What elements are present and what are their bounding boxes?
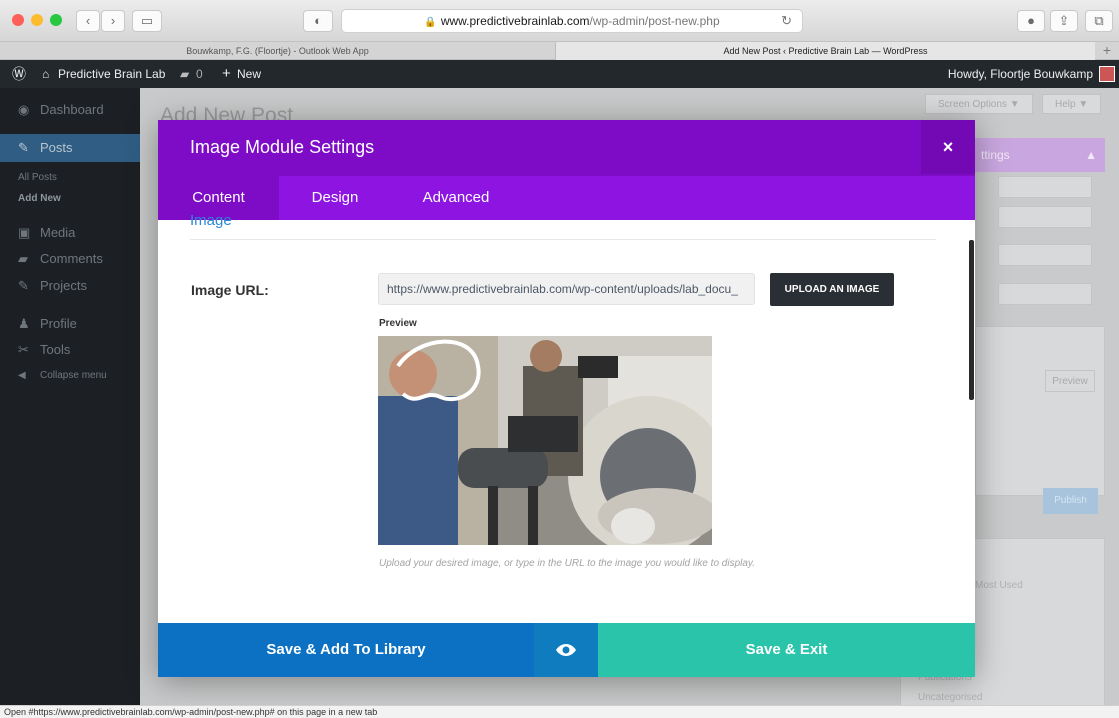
publish-box-background bbox=[975, 326, 1105, 496]
tab-advanced[interactable]: Advanced bbox=[394, 176, 518, 220]
close-icon[interactable]: × bbox=[921, 120, 975, 174]
image-url-label: Image URL: bbox=[191, 282, 269, 298]
comment-icon: ▰ bbox=[18, 251, 28, 266]
modal-body: Image Image URL: https://www.predictiveb… bbox=[158, 212, 975, 623]
preview-image bbox=[378, 336, 712, 545]
sidebar-subitem-add-new[interactable]: Add New bbox=[18, 193, 61, 204]
category-uncategorised[interactable]: Uncategorised bbox=[918, 692, 982, 703]
browser-tab-wordpress[interactable]: Add New Post ‹ Predictive Brain Lab — Wo… bbox=[555, 42, 1095, 60]
pin-icon: ✎ bbox=[18, 278, 29, 293]
preview-toggle-button[interactable] bbox=[534, 623, 598, 677]
image-module-settings-modal: Image Module Settings × Content Design A… bbox=[158, 120, 975, 677]
modal-tab-bar: Content Design Advanced bbox=[158, 176, 975, 220]
bg-select-3 bbox=[998, 244, 1092, 266]
site-name-link[interactable]: Predictive Brain Lab bbox=[58, 60, 165, 88]
browser-toolbar: ‹ › ▭ ◐ 🔒 www.predictivebrainlab.com/wp-a… bbox=[0, 0, 1119, 42]
collapse-icon: ◀ bbox=[18, 370, 26, 381]
url-path: /wp-admin/post-new.php bbox=[589, 14, 720, 28]
browser-tab-bar: Bouwkamp, F.G. (Floortje) - Outlook Web … bbox=[0, 42, 1119, 60]
sidebar-item-label: Dashboard bbox=[40, 102, 104, 117]
collapse-arrow-icon: ▲ bbox=[1085, 148, 1097, 162]
lock-icon: 🔒 bbox=[424, 17, 437, 28]
bg-select-1 bbox=[998, 176, 1092, 198]
bg-select-4 bbox=[998, 283, 1092, 305]
sidebar-item-label: Comments bbox=[40, 251, 103, 266]
screen: ‹ › ▭ ◐ 🔒 www.predictivebrainlab.com/wp-a… bbox=[0, 0, 1119, 718]
preview-label: Preview bbox=[379, 318, 417, 329]
upload-image-button[interactable]: UPLOAD AN IMAGE bbox=[770, 273, 894, 306]
sidebar-item-profile[interactable]: ♟ Profile bbox=[18, 316, 77, 332]
sidebar-subitem-all-posts[interactable]: All Posts bbox=[18, 172, 57, 183]
sidebar-item-label: Collapse menu bbox=[40, 370, 107, 381]
modal-footer: Save & Add To Library Save & Exit bbox=[158, 623, 975, 677]
sidebar-item-label: Tools bbox=[40, 342, 71, 357]
address-bar[interactable]: 🔒 www.predictivebrainlab.com/wp-admin/pos… bbox=[341, 9, 803, 33]
sidebar-item-comments[interactable]: ▰ Comments bbox=[18, 251, 103, 267]
zoom-window-icon[interactable] bbox=[50, 14, 62, 26]
tools-icon: ✂ bbox=[18, 342, 29, 357]
modal-scrollbar[interactable] bbox=[969, 240, 974, 400]
preview-button[interactable]: Preview bbox=[1045, 370, 1095, 392]
reload-icon[interactable]: ↻ bbox=[781, 10, 792, 32]
forward-button[interactable]: › bbox=[101, 10, 125, 32]
modal-title: Image Module Settings bbox=[190, 137, 375, 157]
browser-status-bar: Open #https://www.predictivebrainlab.com… bbox=[0, 705, 1119, 718]
sidebar-item-dashboard[interactable]: ◉ Dashboard bbox=[18, 102, 104, 118]
most-used-tab[interactable]: Most Used bbox=[975, 580, 1023, 591]
section-divider bbox=[190, 239, 936, 240]
wordpress-logo-icon[interactable]: Ⓦ bbox=[12, 60, 26, 88]
url-host: www.predictivebrainlab.com bbox=[440, 14, 590, 28]
sidebar-item-label: Profile bbox=[40, 316, 77, 331]
sidebar-item-posts[interactable]: ✎ Posts bbox=[18, 140, 73, 156]
sidebar-toggle-button[interactable]: ▭ bbox=[132, 10, 162, 32]
user-greeting[interactable]: Howdy, Floortje Bouwkamp bbox=[948, 60, 1093, 88]
section-title-clipped: Image bbox=[190, 212, 232, 229]
sidebar-item-projects[interactable]: ✎ Projects bbox=[18, 278, 87, 294]
close-window-icon[interactable] bbox=[12, 14, 24, 26]
back-button[interactable]: ‹ bbox=[76, 10, 100, 32]
save-exit-button[interactable]: Save & Exit bbox=[598, 623, 975, 677]
sidebar-item-label: Posts bbox=[40, 140, 73, 155]
sidebar-item-media[interactable]: ▣ Media bbox=[18, 225, 75, 241]
image-url-input[interactable]: https://www.predictivebrainlab.com/wp-co… bbox=[378, 273, 755, 305]
sidebar-item-tools[interactable]: ✂ Tools bbox=[18, 342, 70, 358]
profile-icon: ♟ bbox=[18, 316, 30, 331]
minimize-window-icon[interactable] bbox=[31, 14, 43, 26]
image-url-help-text: Upload your desired image, or type in th… bbox=[379, 558, 755, 569]
sidebar-item-label: Media bbox=[40, 225, 76, 240]
screen-options-button[interactable]: Screen Options ▼ bbox=[925, 94, 1033, 114]
tabs-overview-icon[interactable]: ⧉ bbox=[1085, 10, 1113, 32]
wp-admin-bar: Ⓦ ⌂ Predictive Brain Lab ▰ 0 + New Howdy… bbox=[0, 60, 1119, 88]
bg-select-2 bbox=[998, 206, 1092, 228]
download-icon[interactable]: ● bbox=[1017, 10, 1045, 32]
new-tab-icon[interactable]: + bbox=[1103, 42, 1111, 59]
pin-icon: ✎ bbox=[18, 140, 29, 155]
home-icon: ⌂ bbox=[42, 67, 50, 81]
plus-icon: + bbox=[222, 65, 231, 82]
save-add-to-library-button[interactable]: Save & Add To Library bbox=[158, 623, 534, 677]
settings-panel-header: ttings ▲ bbox=[975, 138, 1105, 172]
browser-tab-outlook[interactable]: Bouwkamp, F.G. (Floortje) - Outlook Web … bbox=[0, 42, 555, 60]
comment-icon[interactable]: ▰ bbox=[180, 60, 189, 88]
eye-icon bbox=[556, 644, 576, 656]
wp-admin-menu: ◉ Dashboard ✎ Posts All Posts Add New ▣ Med… bbox=[0, 88, 140, 718]
new-content-link[interactable]: New bbox=[237, 60, 261, 88]
publish-button[interactable]: Publish bbox=[1043, 488, 1098, 514]
share-icon[interactable]: ⇪ bbox=[1050, 10, 1078, 32]
sidebar-item-collapse[interactable]: ◀ Collapse menu bbox=[18, 370, 107, 381]
sidebar-item-label: Projects bbox=[40, 278, 87, 293]
help-button[interactable]: Help ▼ bbox=[1042, 94, 1102, 114]
dashboard-icon: ◉ bbox=[18, 102, 30, 117]
tab-design[interactable]: Design bbox=[279, 176, 391, 220]
settings-panel-title: ttings bbox=[981, 148, 1010, 162]
shield-extension-icon[interactable]: ◐ bbox=[303, 10, 333, 32]
comments-count: 0 bbox=[196, 67, 203, 81]
media-icon: ▣ bbox=[18, 225, 31, 240]
modal-header: Image Module Settings × bbox=[158, 120, 975, 176]
avatar[interactable] bbox=[1099, 66, 1115, 82]
